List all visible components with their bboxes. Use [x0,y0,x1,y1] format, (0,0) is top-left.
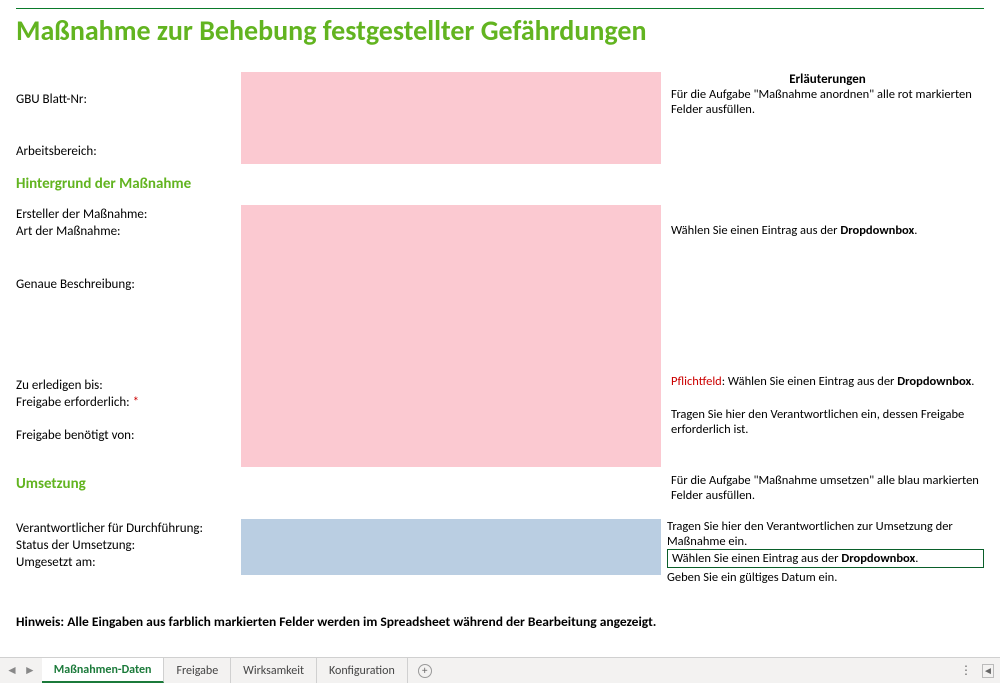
tab-label: Maßnahmen-Daten [54,663,152,677]
label-umgesetzt: Umgesetzt am: [16,555,241,570]
tab-label: Wirksamkeit [243,664,304,678]
field-umsetzung-block[interactable] [241,519,661,575]
hint-header: Erläuterungen [671,72,984,87]
tab-freigabe[interactable]: Freigabe [164,658,231,683]
scroll-left-icon[interactable]: ◄ [982,664,994,678]
label-ersteller: Ersteller der Maßnahme: [16,207,241,222]
label-status: Status der Umsetzung: [16,538,241,553]
tab-massnahmen-daten[interactable]: Maßnahmen-Daten [42,658,165,683]
top-rule [16,8,984,9]
field-gbu-arbeitsbereich[interactable] [241,72,661,164]
label-verantw: Verantwortlicher für Durchführung: [16,521,241,536]
tab-label: Freigabe [176,664,218,678]
section-hintergrund: Hintergrund der Maßnahme [16,175,984,193]
sheet-tab-bar: ◄ ► Maßnahmen-Daten Freigabe Wirksamkeit… [0,657,1000,683]
tab-wirksamkeit[interactable]: Wirksamkeit [231,658,317,683]
plus-icon: + [418,664,432,678]
hint-umgesetzt: Geben Sie ein gültiges Datum ein. [667,570,984,585]
section-umsetzung: Umsetzung [16,473,241,493]
tab-add-sheet[interactable]: + [408,658,442,683]
required-star: * [133,395,139,410]
label-arbeitsbereich: Arbeitsbereich: [16,120,241,159]
label-freigabe-von: Freigabe benötigt von: [16,428,241,443]
footer-note: Hinweis: Alle Eingaben aus farblich mark… [16,613,984,630]
hint-status-selected[interactable]: Wählen Sie einen Eintrag aus der Dropdow… [667,549,984,568]
page-title: Maßnahme zur Behebung festgestellter Gef… [16,13,984,48]
tab-konfiguration[interactable]: Konfiguration [317,658,408,683]
tab-label: Konfiguration [329,664,395,678]
hint-top: Für die Aufgabe "Maßnahme anordnen" alle… [671,87,984,117]
label-erledigen: Zu erledigen bis: [16,378,241,393]
hint-umsetzung-head: Für die Aufgabe "Maßnahme umsetzen" alle… [661,473,984,503]
field-hintergrund-block[interactable] [241,205,661,467]
label-freigabe-erf: Freigabe erforderlich: * [16,395,241,410]
tab-nav: ◄ ► [0,658,42,683]
label-beschreibung: Genaue Beschreibung: [16,277,241,292]
label-gbu: GBU Blatt-Nr: [16,72,241,107]
hint-art: Wählen Sie einen Eintrag aus der Dropdow… [671,223,984,238]
label-art: Art der Maßnahme: [16,224,241,239]
tab-nav-prev-icon[interactable]: ◄ [6,663,18,678]
hint-verantw: Tragen Sie hier den Verantwortlichen zur… [667,519,984,549]
hint-freigabe-von: Tragen Sie hier den Verantwortlichen ein… [671,407,984,437]
tab-nav-next-icon[interactable]: ► [24,663,36,678]
hint-freigabe-erf: Pflichtfeld: Wählen Sie einen Eintrag au… [671,374,984,389]
tab-options-icon[interactable]: ⋮ [960,663,972,678]
